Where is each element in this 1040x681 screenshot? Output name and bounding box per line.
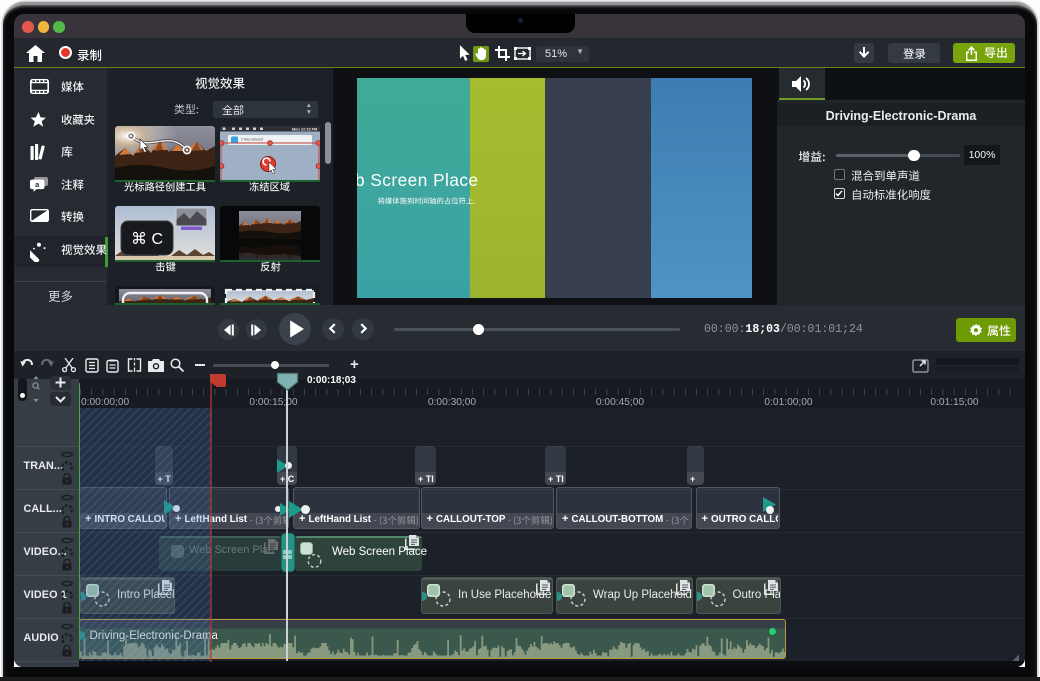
svg-text:⌘ C: ⌘ C [131,231,163,248]
svg-text:2 files deleted: 2 files deleted [241,138,263,142]
svg-text:Mon 12:23 PM: Mon 12:23 PM [292,127,317,131]
